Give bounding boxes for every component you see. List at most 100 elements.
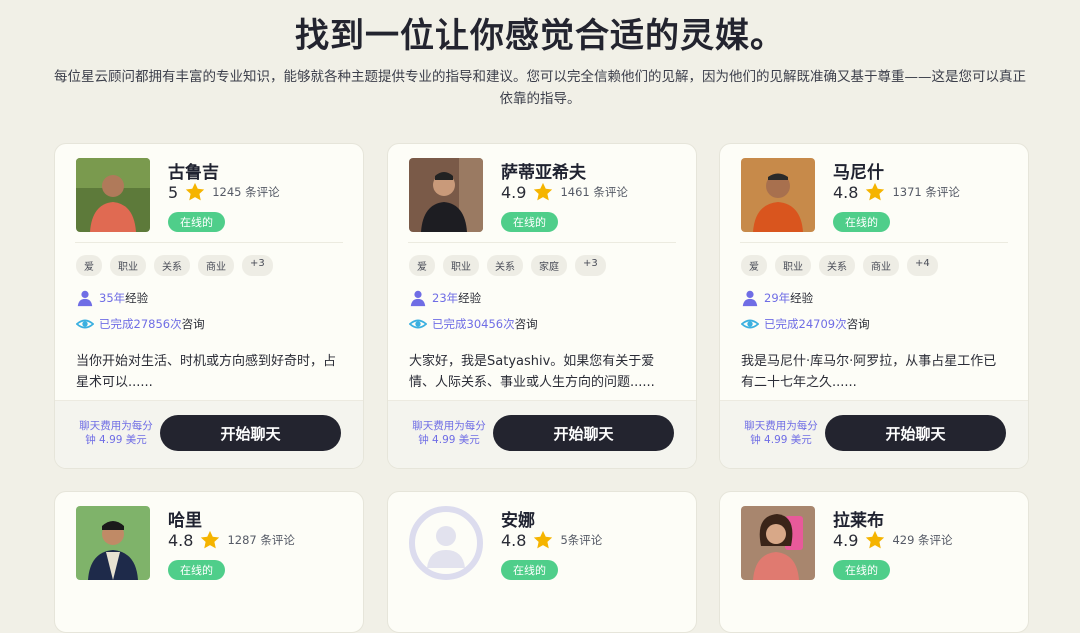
tag-more[interactable]: +3 — [575, 255, 606, 276]
advisor-card[interactable]: 古鲁吉 5 1245 条评论 在线的 爱 职业 关系 商业 +3 35年 经验 已… — [54, 143, 364, 469]
status-badge: 在线的 — [501, 560, 558, 580]
avatar[interactable] — [76, 506, 150, 580]
advisor-card[interactable]: 马尼什 4.8 1371 条评论 在线的 爱 职业 关系 商业 +4 29年 经验… — [719, 143, 1029, 469]
tag: 商业 — [198, 255, 234, 276]
topic-tags: 爱 职业 关系 商业 +4 — [741, 255, 938, 276]
tag-more[interactable]: +3 — [242, 255, 273, 276]
eye-icon — [76, 319, 94, 329]
tag: 家庭 — [531, 255, 567, 276]
experience-label: 经验 — [790, 291, 814, 305]
advisor-bio: 我是马尼什·库马尔·阿罗拉，从事占星工作已有二十七年之久...... — [741, 354, 997, 390]
star-icon — [866, 530, 885, 549]
experience-value: 35年 — [99, 291, 126, 305]
user-icon — [77, 290, 93, 307]
tag-more[interactable]: +4 — [907, 255, 938, 276]
card-footer: 聊天费用为每分钟 4.99 美元 开始聊天 — [720, 400, 1028, 468]
start-chat-button[interactable]: 开始聊天 — [160, 415, 341, 451]
avatar[interactable] — [76, 158, 150, 232]
tag: 爱 — [76, 255, 102, 276]
status-badge: 在线的 — [833, 212, 890, 232]
avatar[interactable] — [409, 158, 483, 232]
page-description: 每位星云顾问都拥有丰富的专业知识，能够就各种主题提供专业的指导和建议。您可以完全… — [54, 69, 1026, 107]
tag: 爱 — [409, 255, 435, 276]
tag: 爱 — [741, 255, 767, 276]
topic-tags: 爱 职业 关系 商业 +3 — [76, 255, 273, 276]
tag: 商业 — [863, 255, 899, 276]
chat-price: 聊天费用为每分钟 4.99 美元 — [79, 420, 153, 446]
advisor-name[interactable]: 拉莱布 — [833, 506, 884, 531]
rating-row: 4.8 1287 条评论 — [168, 529, 295, 551]
advisor-card[interactable]: 安娜 4.8 5条评论 在线的 — [387, 491, 697, 633]
review-count: 429 条评论 — [892, 533, 953, 547]
consultations: 已完成27856次 咨询 — [76, 315, 205, 333]
review-count: 1287 条评论 — [227, 533, 295, 547]
experience: 29年 经验 — [741, 289, 813, 307]
avatar[interactable] — [741, 506, 815, 580]
advisor-name[interactable]: 马尼什 — [833, 158, 884, 183]
experience-value: 29年 — [764, 291, 791, 305]
experience-label: 经验 — [125, 291, 149, 305]
tag: 职业 — [775, 255, 811, 276]
consult-value: 已完成24709次 — [764, 317, 847, 331]
status-badge: 在线的 — [168, 560, 225, 580]
experience: 35年 经验 — [76, 289, 148, 307]
consultations: 已完成24709次 咨询 — [741, 315, 870, 333]
rating-row: 4.9 429 条评论 — [833, 529, 953, 551]
consult-label: 咨询 — [181, 317, 205, 331]
status-badge: 在线的 — [501, 212, 558, 232]
star-icon — [186, 182, 205, 201]
advisor-card[interactable]: 萨蒂亚希夫 4.9 1461 条评论 在线的 爱 职业 关系 家庭 +3 23年… — [387, 143, 697, 469]
start-chat-button[interactable]: 开始聊天 — [825, 415, 1006, 451]
rating-row: 5 1245 条评论 — [168, 181, 280, 203]
consultations: 已完成30456次 咨询 — [409, 315, 538, 333]
experience: 23年 经验 — [409, 289, 481, 307]
eye-icon — [741, 319, 759, 329]
experience-value: 23年 — [432, 291, 459, 305]
start-chat-button[interactable]: 开始聊天 — [493, 415, 674, 451]
advisor-card[interactable]: 哈里 4.8 1287 条评论 在线的 — [54, 491, 364, 633]
tag: 职业 — [443, 255, 479, 276]
star-icon — [866, 182, 885, 201]
consult-value: 已完成30456次 — [432, 317, 515, 331]
advisor-bio: 大家好，我是Satyashiv。如果您有关于爱情、人际关系、事业或人生方向的问题… — [409, 354, 655, 390]
chat-price: 聊天费用为每分钟 4.99 美元 — [412, 420, 486, 446]
experience-label: 经验 — [458, 291, 482, 305]
star-icon — [534, 530, 553, 549]
eye-icon — [409, 319, 427, 329]
consult-value: 已完成27856次 — [99, 317, 182, 331]
star-icon — [534, 182, 553, 201]
rating-row: 4.8 1371 条评论 — [833, 181, 960, 203]
rating-value: 4.8 — [501, 530, 527, 550]
review-count: 1245 条评论 — [212, 185, 280, 199]
card-footer: 聊天费用为每分钟 4.99 美元 开始聊天 — [388, 400, 696, 468]
divider — [740, 242, 1008, 243]
rating-value: 4.9 — [501, 182, 527, 202]
tag: 关系 — [487, 255, 523, 276]
tag: 职业 — [110, 255, 146, 276]
advisor-name[interactable]: 安娜 — [501, 506, 535, 531]
review-count: 1461 条评论 — [560, 185, 628, 199]
tag: 关系 — [819, 255, 855, 276]
user-icon — [410, 290, 426, 307]
advisor-card[interactable]: 拉莱布 4.9 429 条评论 在线的 — [719, 491, 1029, 633]
rating-value: 4.8 — [833, 182, 859, 202]
rating-value: 5 — [168, 182, 179, 202]
advisor-name[interactable]: 古鲁吉 — [168, 158, 219, 183]
review-count: 1371 条评论 — [892, 185, 960, 199]
avatar[interactable] — [741, 158, 815, 232]
advisor-name[interactable]: 哈里 — [168, 506, 202, 531]
review-count: 5条评论 — [560, 533, 603, 547]
rating-value: 4.8 — [168, 530, 194, 550]
divider — [408, 242, 676, 243]
avatar[interactable] — [409, 506, 483, 580]
rating-value: 4.9 — [833, 530, 859, 550]
consult-label: 咨询 — [514, 317, 538, 331]
card-footer: 聊天费用为每分钟 4.99 美元 开始聊天 — [55, 400, 363, 468]
chat-price: 聊天费用为每分钟 4.99 美元 — [744, 420, 818, 446]
user-icon — [742, 290, 758, 307]
divider — [75, 242, 343, 243]
advisor-name[interactable]: 萨蒂亚希夫 — [501, 158, 586, 183]
rating-row: 4.9 1461 条评论 — [501, 181, 628, 203]
status-badge: 在线的 — [833, 560, 890, 580]
topic-tags: 爱 职业 关系 家庭 +3 — [409, 255, 606, 276]
